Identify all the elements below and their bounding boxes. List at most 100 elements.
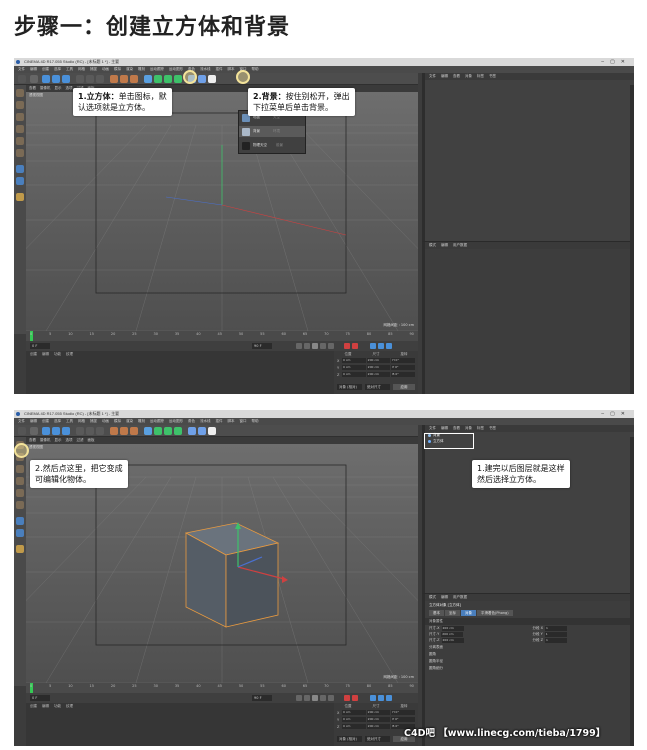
menu-item[interactable]: 模拟 — [114, 66, 121, 73]
x-axis-lock-icon[interactable] — [76, 75, 84, 83]
attribute-field-value[interactable]: 1 — [545, 638, 568, 643]
coord-position-field[interactable]: 0 cm — [342, 358, 366, 363]
autokey-icon[interactable] — [352, 343, 358, 349]
menu-item[interactable]: 捕捉 — [90, 66, 97, 73]
select-tool-icon[interactable] — [30, 427, 38, 435]
window-controls[interactable]: –▢✕ — [601, 410, 631, 418]
next-frame-icon[interactable] — [320, 695, 326, 701]
attribute-checkbox[interactable]: 分离表面 — [425, 644, 634, 651]
tab-coord[interactable]: 坐标 — [445, 610, 460, 616]
dropdown-item-background[interactable]: 背景 环境 — [239, 126, 305, 137]
spline-icon[interactable] — [154, 427, 162, 435]
sculpt-icon[interactable] — [16, 193, 24, 201]
workplane-icon[interactable] — [16, 529, 24, 537]
coord-position-field[interactable]: 0 cm — [342, 372, 366, 377]
render-picture-icon[interactable] — [120, 75, 128, 83]
coord-position-field[interactable]: 0 cm — [342, 365, 366, 370]
attribute-field-value[interactable]: 200 cm — [441, 632, 464, 637]
attribute-field-value[interactable]: 1 — [544, 632, 567, 637]
coord-rotation-field[interactable]: B 0° — [391, 372, 416, 377]
coord-position-field[interactable]: 0 cm — [342, 724, 366, 729]
material-menu-item[interactable]: 纹理 — [66, 352, 73, 357]
viewport-menu-item[interactable]: 选项 — [66, 85, 73, 92]
object-menu-item[interactable]: 标签 — [477, 73, 484, 80]
deformer-icon[interactable] — [174, 427, 182, 435]
apply-button[interactable]: 应用 — [393, 384, 415, 390]
attribute-menu-item[interactable]: 用户数据 — [453, 594, 467, 601]
render-view-icon[interactable] — [110, 427, 118, 435]
edges-mode-icon[interactable] — [16, 137, 24, 145]
menu-item[interactable]: 运动跟踪 — [150, 66, 164, 73]
coord-size-field[interactable]: 200 cm — [366, 717, 391, 722]
menu-item[interactable]: 工具 — [66, 66, 73, 73]
camera-icon[interactable] — [198, 427, 206, 435]
menu-item[interactable]: 文件 — [18, 66, 25, 73]
coord-mode-select[interactable]: 对象 (相对) — [337, 384, 362, 390]
floor-icon[interactable] — [188, 427, 196, 435]
coord-position-field[interactable]: 0 cm — [342, 710, 366, 715]
coord-rotation-field[interactable]: H 0° — [391, 710, 416, 715]
coord-size-select[interactable]: 绝对尺寸 — [365, 736, 390, 742]
viewport-menu-item[interactable]: 摄像机 — [40, 85, 51, 92]
coord-rotation-field[interactable]: H 0° — [391, 358, 416, 363]
attribute-checkbox[interactable]: 圆角细分 — [425, 665, 634, 672]
key-position-icon[interactable] — [370, 343, 376, 349]
object-menu-item[interactable]: 对象 — [465, 425, 472, 432]
viewport-menu-item[interactable]: 过滤 — [77, 437, 84, 444]
menu-item[interactable]: 选择 — [54, 418, 61, 425]
prev-frame-icon[interactable] — [304, 695, 310, 701]
coord-size-field[interactable]: 200 cm — [366, 710, 391, 715]
viewport-menu-item[interactable]: 摄像机 — [40, 437, 51, 444]
object-menu-item[interactable]: 书签 — [489, 73, 496, 80]
points-mode-icon[interactable] — [16, 125, 24, 133]
goto-end-icon[interactable] — [328, 695, 334, 701]
make-editable-icon[interactable] — [16, 89, 24, 97]
viewport-menu-item[interactable]: 选项 — [66, 437, 73, 444]
menu-item[interactable]: 运动图形 — [169, 418, 183, 425]
polygons-mode-icon[interactable] — [16, 501, 24, 509]
menu-item[interactable]: 渲染 — [126, 66, 133, 73]
material-menu-item[interactable]: 功能 — [54, 352, 61, 357]
attribute-field-value[interactable]: 1 — [545, 626, 568, 631]
rotate-tool-icon[interactable] — [62, 427, 70, 435]
material-menu-item[interactable]: 编辑 — [42, 352, 49, 357]
coord-rotation-field[interactable]: P 0° — [391, 717, 416, 722]
snap-icon[interactable] — [16, 165, 24, 173]
menu-item[interactable]: 帮助 — [252, 418, 259, 425]
menu-item[interactable]: 动画 — [102, 66, 109, 73]
menu-item[interactable]: 雕刻 — [138, 418, 145, 425]
polygons-mode-icon[interactable] — [16, 149, 24, 157]
key-rotation-icon[interactable] — [386, 695, 392, 701]
attribute-menu-item[interactable]: 模式 — [429, 594, 436, 601]
deformer-icon[interactable] — [174, 75, 182, 83]
object-menu-item[interactable]: 查看 — [453, 425, 460, 432]
undo-icon[interactable] — [18, 427, 26, 435]
object-menu-item[interactable]: 文件 — [429, 425, 436, 432]
attribute-checkbox[interactable]: 圆角半径 — [425, 658, 634, 665]
render-view-icon[interactable] — [110, 75, 118, 83]
menu-item[interactable]: 工具 — [66, 418, 73, 425]
camera-icon[interactable] — [198, 75, 206, 83]
scale-tool-icon[interactable] — [52, 427, 60, 435]
menu-item[interactable]: 选择 — [54, 66, 61, 73]
light-icon[interactable] — [208, 75, 216, 83]
cube-object-icon[interactable] — [144, 427, 152, 435]
material-menu-item[interactable]: 纹理 — [66, 704, 73, 709]
start-frame-field[interactable]: 0 F — [30, 343, 50, 349]
object-menu-item[interactable]: 文件 — [429, 73, 436, 80]
menu-item[interactable]: 插件 — [216, 418, 223, 425]
menu-item[interactable]: 创建 — [42, 66, 49, 73]
coord-position-field[interactable]: 0 cm — [342, 717, 366, 722]
undo-icon[interactable] — [18, 75, 26, 83]
menu-item[interactable]: 窗口 — [240, 418, 247, 425]
coord-size-field[interactable]: 200 cm — [366, 372, 391, 377]
menu-item[interactable]: 网格 — [78, 66, 85, 73]
texture-mode-icon[interactable] — [16, 465, 24, 473]
y-axis-lock-icon[interactable] — [86, 427, 94, 435]
edges-mode-icon[interactable] — [16, 489, 24, 497]
viewport-menu-item[interactable]: 查看 — [29, 437, 36, 444]
coord-mode-select[interactable]: 对象 (相对) — [337, 736, 362, 742]
tab-basic[interactable]: 基本 — [429, 610, 444, 616]
coord-size-select[interactable]: 绝对尺寸 — [365, 384, 390, 390]
timeline-ruler[interactable]: 0 5 10 15 20 25 30 35 40 45 50 55 60 65 70 75 80 85 90 — [26, 331, 418, 341]
